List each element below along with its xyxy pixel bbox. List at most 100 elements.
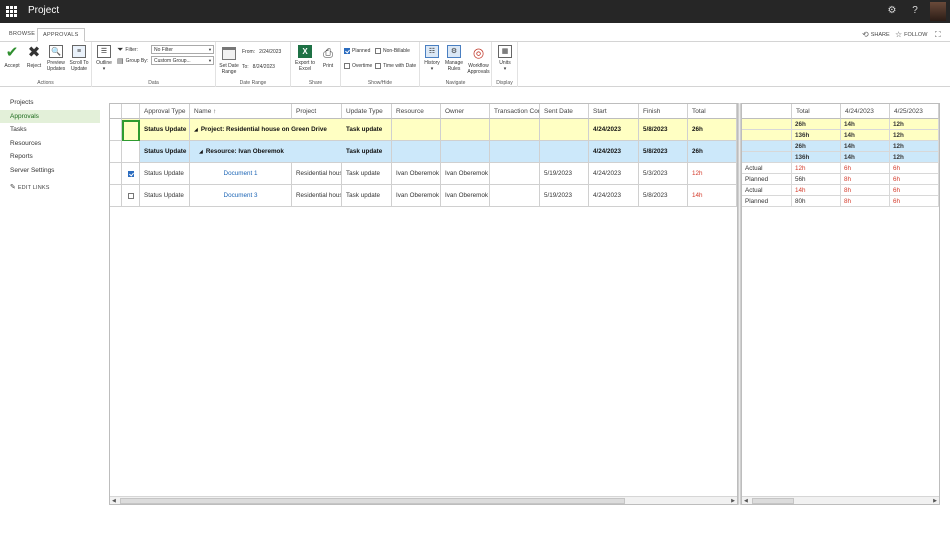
overtime-checkbox[interactable]: Overtime [344,63,372,69]
scroll-left-icon[interactable]: ◀ [112,497,116,505]
header-start[interactable]: Start [589,104,639,119]
scroll-thumb[interactable] [120,498,625,504]
document-link[interactable]: Document 1 [190,163,292,185]
nav-item-projects[interactable]: Projects [0,96,100,110]
timephased-row[interactable]: Actual 14h 8h 6h [742,185,939,196]
table-row[interactable]: Status Update Document 1 Residential hou… [110,163,737,185]
timephased-type-cell: Actual [742,163,792,174]
timephased-row[interactable]: Planned 56h 8h 6h [742,174,939,185]
print-button[interactable]: ⎙ Print [319,45,337,69]
edit-links-button[interactable]: ✎ EDIT LINKS [0,183,100,191]
share-group: X Export to Excel ⎙ Print Share [291,42,341,87]
date-range-group: Set Date Range From: 2/24/2023 To: 8/24/… [216,42,291,87]
header-name[interactable]: Name ↑ [190,104,292,119]
grid-horizontal-scrollbar[interactable]: ◀ ▶ [110,496,737,504]
ribbon: ✔ Accept ✖ Reject 🔍 Preview Updates ≡ Sc… [0,42,950,87]
timephased-total-cell: 26h [792,141,841,152]
reject-button[interactable]: ✖ Reject [24,45,44,69]
scroll-right-icon[interactable]: ▶ [933,497,937,505]
owner-cell: Ivan Oberemok [441,163,490,185]
header-update-type[interactable]: Update Type [342,104,392,119]
history-button[interactable]: ☷ History ▾ [422,45,442,72]
timephased-row[interactable]: 26h 14h 12h [742,141,939,152]
display-group: ▦ Units ▾ Display [492,42,518,87]
row-checkbox[interactable] [122,163,140,185]
timephased-header-day2[interactable]: 4/25/2023 [890,104,939,119]
nav-item-server-settings[interactable]: Server Settings [0,164,100,178]
scroll-right-icon[interactable]: ▶ [731,497,735,505]
header-transaction-comment[interactable]: Transaction Comment [490,104,540,119]
timephased-row[interactable]: 136h 14h 12h [742,152,939,163]
non-billable-checkbox[interactable]: Non-Billable [375,48,410,54]
timephased-day-cell: 12h [890,130,939,141]
table-row[interactable]: Status Update Document 3 Residential hou… [110,185,737,207]
manage-rules-button[interactable]: ⚙ Manage Rules [443,45,465,72]
workflow-approvals-button[interactable]: ◎ Workflow Approvals [466,45,491,75]
scroll-left-icon[interactable]: ◀ [744,497,748,505]
timephased-total-cell: 80h [792,196,841,207]
from-date[interactable]: From: 2/24/2023 [242,49,281,55]
header-sent-date[interactable]: Sent Date [540,104,589,119]
select-all-header[interactable] [122,104,140,119]
timephased-row[interactable]: Actual 12h 6h 6h [742,163,939,174]
timephased-row[interactable]: 26h 14h 12h [742,119,939,130]
timephased-row[interactable]: Planned 80h 8h 6h [742,196,939,207]
collapse-icon[interactable]: ◢ [199,149,203,155]
navigate-group: ☷ History ▾ ⚙ Manage Rules ◎ Workflow App… [420,42,492,87]
preview-updates-button[interactable]: 🔍 Preview Updates [45,45,67,72]
settings-gear-icon[interactable]: ⚙ [885,4,899,18]
nav-item-approvals[interactable]: Approvals [0,109,100,123]
timephased-header-total[interactable]: Total [792,104,841,119]
set-date-range-button[interactable]: Set Date Range [218,45,240,75]
app-launcher-icon[interactable] [6,6,17,17]
start-cell: 4/24/2023 [589,119,639,141]
units-button[interactable]: ▦ Units ▾ [495,45,515,72]
filter-dropdown[interactable]: No Filter ▼ [151,45,214,54]
focus-content-button[interactable]: ⛶ [935,30,941,40]
scroll-to-update-button[interactable]: ≡ Scroll To Update [68,45,90,72]
share-button[interactable]: ⟲ SHARE [862,30,890,39]
suite-bar: Project ⚙ ? [0,0,950,23]
export-to-excel-button[interactable]: X Export to Excel [293,45,317,72]
scroll-thumb[interactable] [752,498,794,504]
group-name-cell[interactable]: ◢ Resource: Ivan Oberemok [190,141,342,163]
nav-item-resources[interactable]: Resources [0,137,100,151]
suite-title[interactable]: Project [28,5,59,16]
timephased-day-cell: 14h [841,141,890,152]
planned-checkbox[interactable]: Planned [344,48,370,54]
tab-approvals[interactable]: APPROVALS [37,28,85,42]
row-checkbox[interactable] [122,185,140,207]
nav-item-tasks[interactable]: Tasks [0,123,100,137]
header-approval-type[interactable]: Approval Type [140,104,190,119]
help-icon[interactable]: ? [908,4,922,18]
navigate-group-label: Navigate [445,80,466,86]
document-link[interactable]: Document 3 [190,185,292,207]
table-row[interactable]: Status Update ◢ Resource: Ivan Oberemok T… [110,141,737,163]
header-total[interactable]: Total [688,104,737,119]
avatar[interactable] [930,2,946,21]
group-by-dropdown[interactable]: Custom Group... ▼ [151,56,214,65]
outline-button[interactable]: ☰ Outline ▾ [94,45,114,72]
header-resource[interactable]: Resource [392,104,441,119]
accept-button[interactable]: ✔ Accept [2,45,22,69]
header-finish[interactable]: Finish [639,104,688,119]
share-group-label: Share [308,80,323,86]
tab-browse[interactable]: BROWSE [4,28,40,42]
follow-button[interactable]: ☆ FOLLOW [895,30,927,39]
nav-item-reports[interactable]: Reports [0,150,100,164]
header-owner[interactable]: Owner [441,104,490,119]
header-project[interactable]: Project [292,104,342,119]
time-with-date-checkbox[interactable]: Time with Date [375,63,416,69]
star-icon: ☆ [895,30,903,39]
show-hide-group: Planned Non-Billable Overtime Time with … [341,42,420,87]
excel-icon: X [298,45,312,58]
table-row[interactable]: Status Update ◢ Project: Residential hous… [110,119,737,141]
timephased-horizontal-scrollbar[interactable]: ◀ ▶ [742,496,939,504]
to-date[interactable]: To: 8/24/2023 [242,64,275,70]
collapse-icon[interactable]: ◢ [194,127,198,133]
timephased-header-day1[interactable]: 4/24/2023 [841,104,890,119]
timephased-row[interactable]: 136h 14h 12h [742,130,939,141]
timephased-day-cell: 14h [841,119,890,130]
group-name-cell[interactable]: ◢ Project: Residential house on Green Dri… [190,119,342,141]
sent-date-cell: 5/19/2023 [540,163,589,185]
